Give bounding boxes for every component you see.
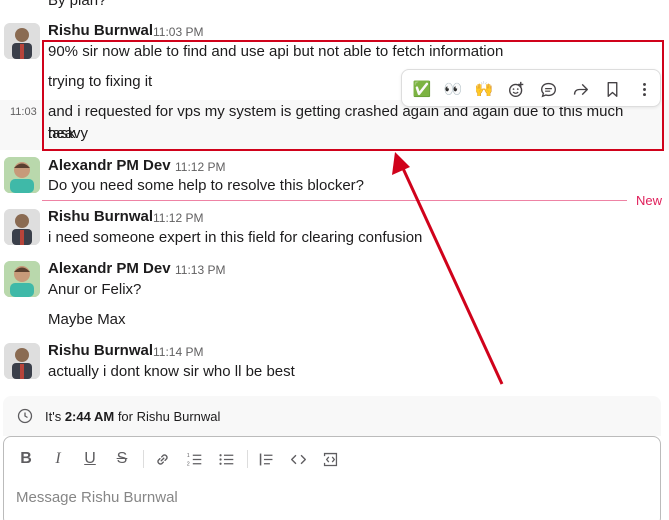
message-author[interactable]: Alexandr PM Dev bbox=[48, 157, 171, 174]
annotation-highlight-box bbox=[42, 40, 664, 151]
hover-timestamp[interactable]: 11:03 bbox=[10, 106, 37, 118]
local-time-status-bar: It's 2:44 AM for Rishu Burnwal bbox=[3, 396, 661, 436]
new-messages-label: New bbox=[636, 193, 663, 208]
message-composer: B I U S 12 bbox=[3, 436, 661, 520]
message-author[interactable]: Rishu Burnwal bbox=[48, 342, 153, 359]
avatar[interactable] bbox=[4, 261, 40, 297]
message-text: Maybe Max bbox=[48, 311, 126, 328]
underline-button[interactable]: U bbox=[78, 447, 102, 471]
avatar[interactable] bbox=[4, 157, 40, 193]
message-author[interactable]: Alexandr PM Dev bbox=[48, 260, 171, 277]
svg-text:2: 2 bbox=[186, 461, 189, 467]
message-author[interactable]: Rishu Burnwal bbox=[48, 22, 153, 39]
italic-button[interactable]: I bbox=[46, 447, 70, 471]
message-input[interactable] bbox=[16, 485, 646, 509]
person-avatar-icon bbox=[4, 343, 40, 379]
person-avatar-icon bbox=[4, 23, 40, 59]
previous-message-text: By plan? bbox=[48, 0, 107, 9]
new-messages-divider bbox=[42, 200, 627, 201]
toolbar-divider bbox=[143, 450, 144, 468]
message-timestamp[interactable]: 11:12 PM bbox=[175, 160, 225, 174]
message-timestamp[interactable]: 11:12 PM bbox=[153, 211, 203, 225]
ordered-list-icon[interactable]: 12 bbox=[182, 447, 206, 471]
avatar[interactable] bbox=[4, 343, 40, 379]
clock-icon bbox=[17, 408, 33, 424]
message-timestamp[interactable]: 11:14 PM bbox=[153, 345, 203, 359]
message-timestamp[interactable]: 11:03 PM bbox=[153, 25, 203, 39]
person-avatar-icon bbox=[4, 261, 40, 297]
strikethrough-button[interactable]: S bbox=[110, 447, 134, 471]
toolbar-divider bbox=[247, 450, 248, 468]
blockquote-icon[interactable] bbox=[254, 447, 278, 471]
link-icon[interactable] bbox=[150, 447, 174, 471]
svg-text:1: 1 bbox=[186, 452, 189, 458]
message-text: Anur or Felix? bbox=[48, 281, 142, 298]
avatar[interactable] bbox=[4, 209, 40, 245]
message-text: i need someone expert in this field for … bbox=[48, 229, 423, 246]
bulleted-list-icon[interactable] bbox=[214, 447, 238, 471]
person-avatar-icon bbox=[4, 157, 40, 193]
code-block-icon[interactable] bbox=[318, 447, 342, 471]
message-author[interactable]: Rishu Burnwal bbox=[48, 208, 153, 225]
local-time-text: It's 2:44 AM for Rishu Burnwal bbox=[45, 409, 221, 424]
person-avatar-icon bbox=[4, 209, 40, 245]
local-time-value: 2:44 AM bbox=[64, 409, 115, 424]
message-text: Do you need some help to resolve this bl… bbox=[48, 177, 365, 194]
message-timestamp[interactable]: 11:13 PM bbox=[175, 263, 225, 277]
code-icon[interactable] bbox=[286, 447, 310, 471]
message-text: actually i dont know sir who ll be best bbox=[48, 363, 295, 380]
bold-button[interactable]: B bbox=[14, 447, 38, 471]
avatar[interactable] bbox=[4, 23, 40, 59]
